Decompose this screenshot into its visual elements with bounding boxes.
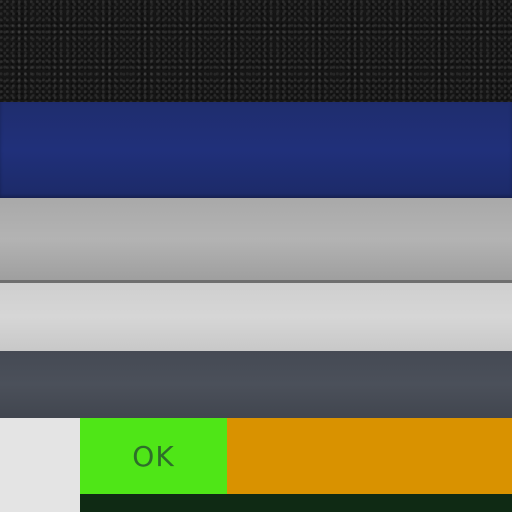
ok-button-label: OK	[132, 439, 175, 473]
slate-bar	[0, 351, 512, 418]
orange-panel	[227, 418, 512, 494]
blue-bar	[0, 102, 512, 198]
screen: OK	[0, 0, 512, 512]
gray-bar	[0, 198, 512, 283]
bottom-strip	[80, 494, 512, 512]
textured-background	[0, 0, 512, 102]
light-gray-bar	[0, 283, 512, 351]
ok-button[interactable]: OK	[80, 418, 227, 494]
left-panel	[0, 418, 80, 512]
